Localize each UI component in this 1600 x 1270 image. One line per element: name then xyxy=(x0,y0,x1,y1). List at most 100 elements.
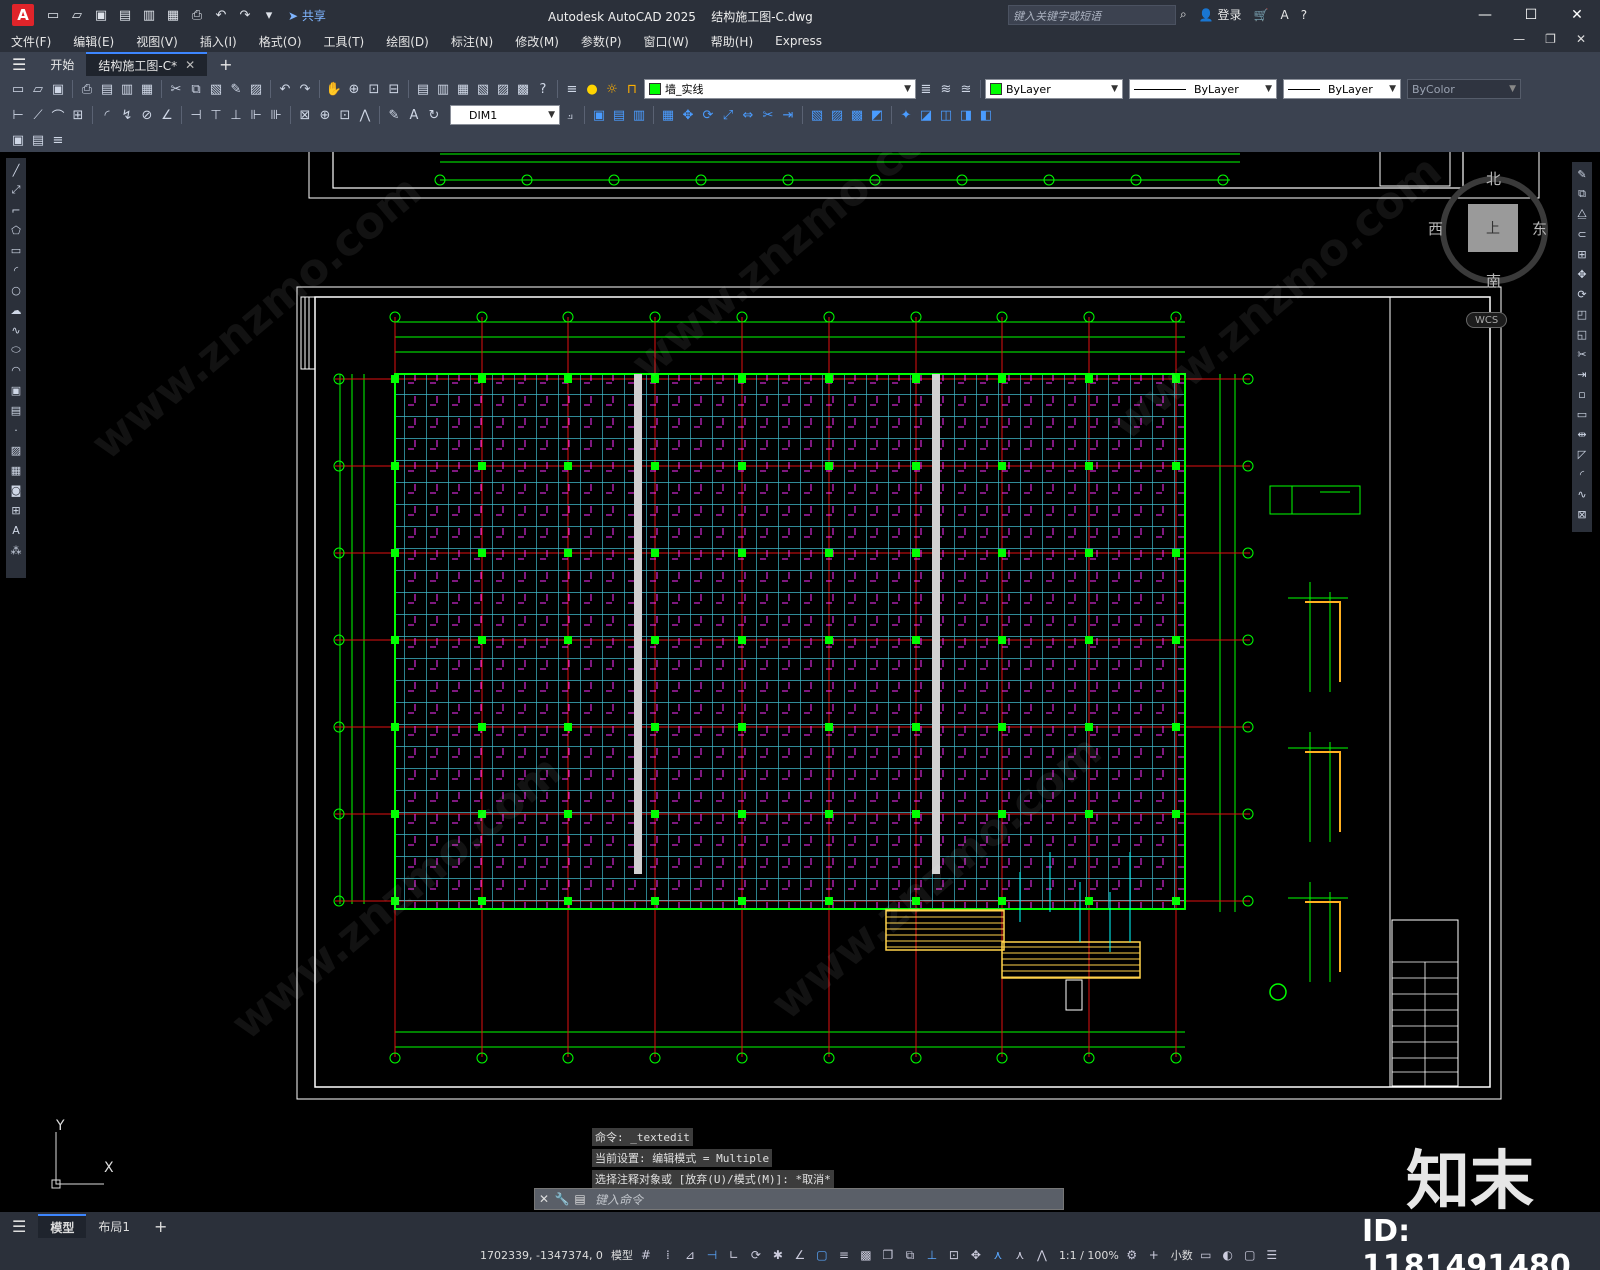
scale-palette-icon[interactable]: ◰ xyxy=(1574,306,1590,322)
add-selected-icon[interactable]: ⁂ xyxy=(8,542,24,558)
dim-break-icon[interactable]: ⊪ xyxy=(266,105,286,125)
infer-constraints-icon[interactable]: ⊿ xyxy=(681,1246,699,1264)
markup-icon[interactable]: ▨ xyxy=(493,79,513,99)
layer-properties-icon[interactable]: ≡ xyxy=(562,79,582,99)
pan-icon[interactable]: ✋ xyxy=(324,79,344,99)
array-icon[interactable]: ▦ xyxy=(658,105,678,125)
break-palette-icon[interactable]: ▭ xyxy=(1574,406,1590,422)
selection-filter-icon[interactable]: ⊡ xyxy=(945,1246,963,1264)
rotate-icon[interactable]: ⟳ xyxy=(698,105,718,125)
dim-continue-icon[interactable]: ⊥ xyxy=(226,105,246,125)
auto-scale-icon[interactable]: ⋏ xyxy=(1011,1246,1029,1264)
save-as-icon[interactable]: ▤ xyxy=(116,6,134,24)
dim-arc-icon[interactable]: ⌒ xyxy=(48,105,68,125)
insert-block-icon[interactable]: ▣ xyxy=(8,130,28,150)
table-icon[interactable]: ⊞ xyxy=(8,502,24,518)
match-properties-icon[interactable]: ✎ xyxy=(226,79,246,99)
tab-start[interactable]: 开始 xyxy=(38,52,86,76)
object-snap-icon[interactable]: ▢ xyxy=(813,1246,831,1264)
paste-icon[interactable]: ▧ xyxy=(206,79,226,99)
annotation-scale-value[interactable]: 1:1 / 100% xyxy=(1059,1249,1119,1262)
customize-command-icon[interactable]: 🔧 xyxy=(553,1192,571,1206)
publish-3d-icon[interactable]: ▦ xyxy=(137,79,157,99)
compass-east[interactable]: 东 xyxy=(1532,218,1547,239)
new-file-icon[interactable]: ▭ xyxy=(44,6,62,24)
lineweight-dropdown[interactable]: ByLayer ▼ xyxy=(1283,79,1401,99)
annotation-visibility-icon[interactable]: ⋏ xyxy=(989,1246,1007,1264)
revcloud-icon[interactable]: ☁ xyxy=(8,302,24,318)
tool-palettes-icon[interactable]: ▦ xyxy=(453,79,473,99)
region-icon[interactable]: ◙ xyxy=(8,482,24,498)
erase-icon[interactable]: ✎ xyxy=(1574,166,1590,182)
trim-palette-icon[interactable]: ✂ xyxy=(1574,346,1590,362)
copy-icon[interactable]: ⧉ xyxy=(186,79,206,99)
pedit-icon[interactable]: ◨ xyxy=(956,105,976,125)
lineweight-icon[interactable]: ≡ xyxy=(835,1246,853,1264)
object-snap-tracking-icon[interactable]: ∠ xyxy=(791,1246,809,1264)
menu-insert[interactable]: 插入(I) xyxy=(189,33,248,50)
add-layout-icon[interactable]: + xyxy=(142,1214,179,1238)
maximize-icon[interactable]: ☐ xyxy=(1508,0,1554,30)
search-input[interactable]: 键入关键字或短语 xyxy=(1008,5,1176,25)
inspection-icon[interactable]: ⊡ xyxy=(335,105,355,125)
tab-model[interactable]: 模型 xyxy=(38,1214,87,1238)
plotstyle-dropdown[interactable]: ByColor ▼ xyxy=(1407,79,1521,99)
transparency-icon[interactable]: ▩ xyxy=(857,1246,875,1264)
mirror-icon[interactable]: ▤ xyxy=(609,105,629,125)
menu-format[interactable]: 格式(O) xyxy=(248,33,313,50)
layer-manager-icon[interactable]: ≡ xyxy=(48,130,68,150)
dim-diameter-icon[interactable]: ⊘ xyxy=(137,105,157,125)
dimstyle-manager-icon[interactable]: ⟓ xyxy=(560,105,580,125)
drawing-canvas[interactable]: www.znzmo.com www.znzmo.com www.znzmo.co… xyxy=(30,152,1568,1212)
viewcube[interactable]: 上 北 南 东 西 xyxy=(1428,170,1550,290)
redo-toolbar-icon[interactable]: ↷ xyxy=(295,79,315,99)
mtext-icon[interactable]: A xyxy=(8,522,24,538)
plot-icon[interactable]: ⎙ xyxy=(188,6,206,24)
tab-layout1[interactable]: 布局1 xyxy=(86,1214,142,1238)
viewcube-top-face[interactable]: 上 xyxy=(1468,204,1518,252)
copy-palette-icon[interactable]: ⧉ xyxy=(1574,186,1590,202)
move-palette-icon[interactable]: ✥ xyxy=(1574,266,1590,282)
menu-edit[interactable]: 编辑(E) xyxy=(62,33,125,50)
menu-hamburger-icon[interactable]: ☰ xyxy=(0,52,38,76)
isolate-objects-icon[interactable]: ◐ xyxy=(1219,1246,1237,1264)
center-mark-icon[interactable]: ⊕ xyxy=(315,105,335,125)
polar-tracking-icon[interactable]: ⟳ xyxy=(747,1246,765,1264)
dim-baseline-icon[interactable]: ⊤ xyxy=(206,105,226,125)
xline-icon[interactable]: ⤢ xyxy=(8,182,24,198)
zoom-realtime-icon[interactable]: ⊕ xyxy=(344,79,364,99)
menu-tools[interactable]: 工具(T) xyxy=(313,33,376,50)
polygon-icon[interactable]: ⬠ xyxy=(8,222,24,238)
doc-restore-icon[interactable]: ❐ xyxy=(1545,32,1556,46)
open-file-icon[interactable]: ▱ xyxy=(68,6,86,24)
open-icon[interactable]: ▱ xyxy=(28,79,48,99)
join-palette-icon[interactable]: ⇹ xyxy=(1574,426,1590,442)
hatch-icon[interactable]: ▨ xyxy=(8,442,24,458)
fillet-icon[interactable]: ◩ xyxy=(867,105,887,125)
grid-icon[interactable]: # xyxy=(637,1246,655,1264)
extend-icon[interactable]: ⇥ xyxy=(778,105,798,125)
3d-osnap-icon[interactable]: ⧉ xyxy=(901,1246,919,1264)
make-block-icon[interactable]: ▤ xyxy=(28,130,48,150)
ortho-icon[interactable]: ∟ xyxy=(725,1246,743,1264)
autodesk-a360-icon[interactable]: A xyxy=(1280,8,1288,22)
doc-minimize-icon[interactable]: — xyxy=(1513,32,1525,46)
menu-draw[interactable]: 绘图(D) xyxy=(375,33,440,50)
line-icon[interactable]: ╱ xyxy=(8,162,24,178)
block-editor-icon[interactable]: ▨ xyxy=(246,79,266,99)
close-command-icon[interactable]: ✕ xyxy=(535,1192,553,1206)
open-web-icon[interactable]: ▥ xyxy=(140,6,158,24)
zoom-previous-icon[interactable]: ⊟ xyxy=(384,79,404,99)
layer-previous-icon[interactable]: ≋ xyxy=(936,79,956,99)
customize-statusbar-icon[interactable]: ☰ xyxy=(1263,1246,1281,1264)
dim-ordinate-icon[interactable]: ⊞ xyxy=(68,105,88,125)
cart-icon[interactable]: 🛒 xyxy=(1254,8,1269,22)
command-input[interactable]: 键入命令 xyxy=(595,1191,643,1208)
spline-icon[interactable]: ∿ xyxy=(8,322,24,338)
rotate-palette-icon[interactable]: ⟳ xyxy=(1574,286,1590,302)
publish-icon[interactable]: ▥ xyxy=(117,79,137,99)
compass-south[interactable]: 南 xyxy=(1486,270,1501,291)
point-icon[interactable]: · xyxy=(8,422,24,438)
qnew-icon[interactable]: ▭ xyxy=(8,79,28,99)
isodraft-icon[interactable]: ✱ xyxy=(769,1246,787,1264)
